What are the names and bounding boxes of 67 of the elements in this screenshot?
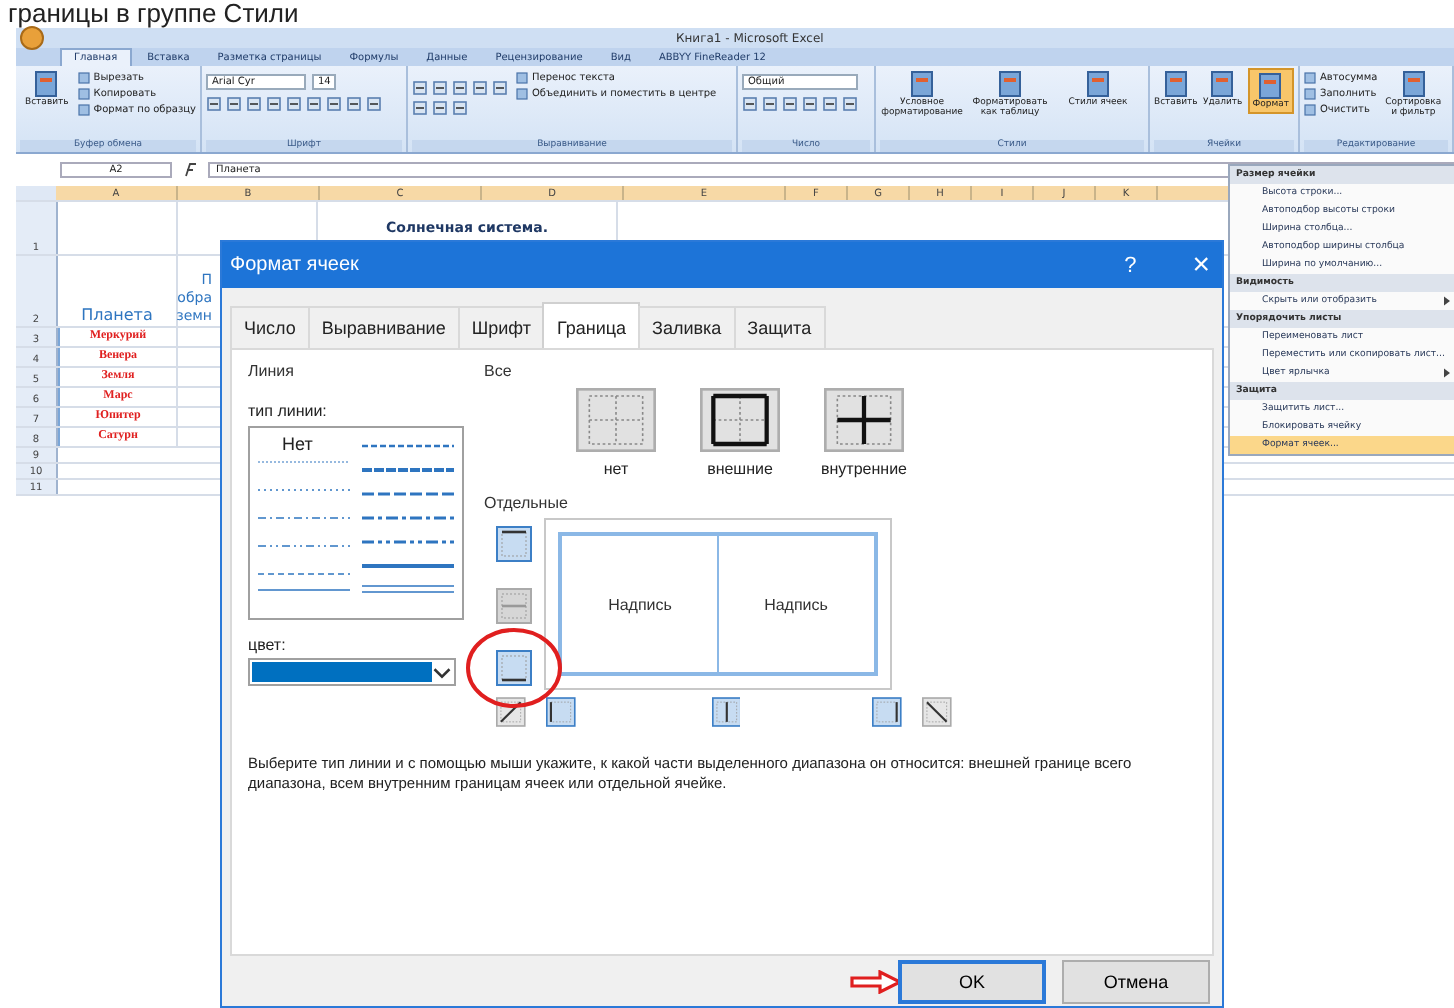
function-icon[interactable] — [180, 161, 200, 177]
document-icon[interactable] — [32, 70, 61, 98]
preset-label: внешние — [707, 460, 773, 478]
format-icon[interactable] — [492, 80, 508, 96]
dialog-title: Формат ячеек — [230, 254, 361, 276]
format-icon[interactable] — [266, 96, 282, 112]
submenu-arrow-icon — [1444, 368, 1450, 378]
document-icon[interactable] — [1161, 70, 1190, 98]
document-icon[interactable] — [1399, 70, 1428, 98]
dialog-tab[interactable]: Граница — [542, 302, 641, 348]
group-label: Линия — [248, 362, 296, 380]
border-button[interactable] — [872, 694, 903, 730]
document-icon[interactable] — [1256, 72, 1285, 100]
dialog-button[interactable]: OK — [898, 959, 1046, 1003]
border-button[interactable] — [922, 694, 952, 730]
format-icon[interactable] — [412, 80, 428, 96]
dialog-tab[interactable]: Число — [230, 306, 310, 348]
format-icon[interactable] — [762, 96, 778, 112]
format-icon[interactable] — [452, 100, 468, 116]
border-button[interactable] — [496, 650, 532, 686]
group-label: Отдельные — [484, 494, 570, 512]
document-icon[interactable] — [996, 70, 1024, 98]
line-style-option[interactable]: Нет — [254, 434, 354, 454]
format-icon[interactable] — [432, 80, 448, 96]
format-icon[interactable] — [452, 80, 468, 96]
format-icon[interactable] — [822, 96, 838, 112]
submenu-arrow-icon — [1444, 296, 1450, 306]
border-button[interactable] — [496, 526, 532, 562]
office-button-icon[interactable] — [20, 26, 44, 50]
caret-icon[interactable] — [432, 665, 452, 679]
format-icon[interactable] — [842, 96, 858, 112]
format-icon[interactable] — [246, 96, 262, 112]
format-icon[interactable] — [432, 100, 448, 116]
close-button[interactable]: × — [1192, 248, 1210, 282]
line-style-list[interactable]: Нет — [248, 426, 464, 620]
dialog-tab[interactable]: Защита — [733, 306, 826, 348]
format-icon[interactable] — [802, 96, 818, 112]
slide-caption: границы в группе Стили — [6, 0, 301, 28]
format-icon[interactable] — [412, 100, 428, 116]
color-dropdown[interactable] — [248, 658, 456, 686]
dialog-tab[interactable]: Заливка — [638, 306, 736, 348]
column-title-cell: Планета — [58, 256, 178, 326]
preview-text: Надпись — [762, 593, 830, 618]
format-icon[interactable] — [306, 96, 322, 112]
document-icon[interactable] — [1084, 70, 1112, 98]
format-icon[interactable] — [782, 96, 798, 112]
preset-label: внутренние — [821, 460, 907, 478]
preview-text: Надпись — [606, 593, 674, 618]
group-label: Все — [484, 362, 514, 380]
preset-label: нет — [603, 460, 629, 478]
format-icon[interactable] — [366, 96, 382, 112]
help-button[interactable]: ? — [1124, 253, 1137, 277]
format-icon[interactable] — [226, 96, 242, 112]
document-icon[interactable] — [1208, 70, 1237, 98]
format-icon[interactable] — [472, 80, 488, 96]
dialog-button[interactable]: Отмена — [1062, 959, 1210, 1003]
format-icon[interactable] — [326, 96, 342, 112]
format-icon[interactable] — [742, 96, 758, 112]
format-icon[interactable] — [346, 96, 362, 112]
format-icon[interactable] — [286, 96, 302, 112]
line-type-label: тип линии: — [248, 402, 329, 420]
format-icon[interactable] — [206, 96, 222, 112]
color-label: цвет: — [248, 636, 288, 654]
border-button[interactable] — [711, 694, 741, 730]
border-button[interactable] — [545, 694, 576, 730]
border-preview[interactable]: Надпись Надпись — [544, 518, 892, 690]
document-icon[interactable] — [908, 70, 936, 98]
